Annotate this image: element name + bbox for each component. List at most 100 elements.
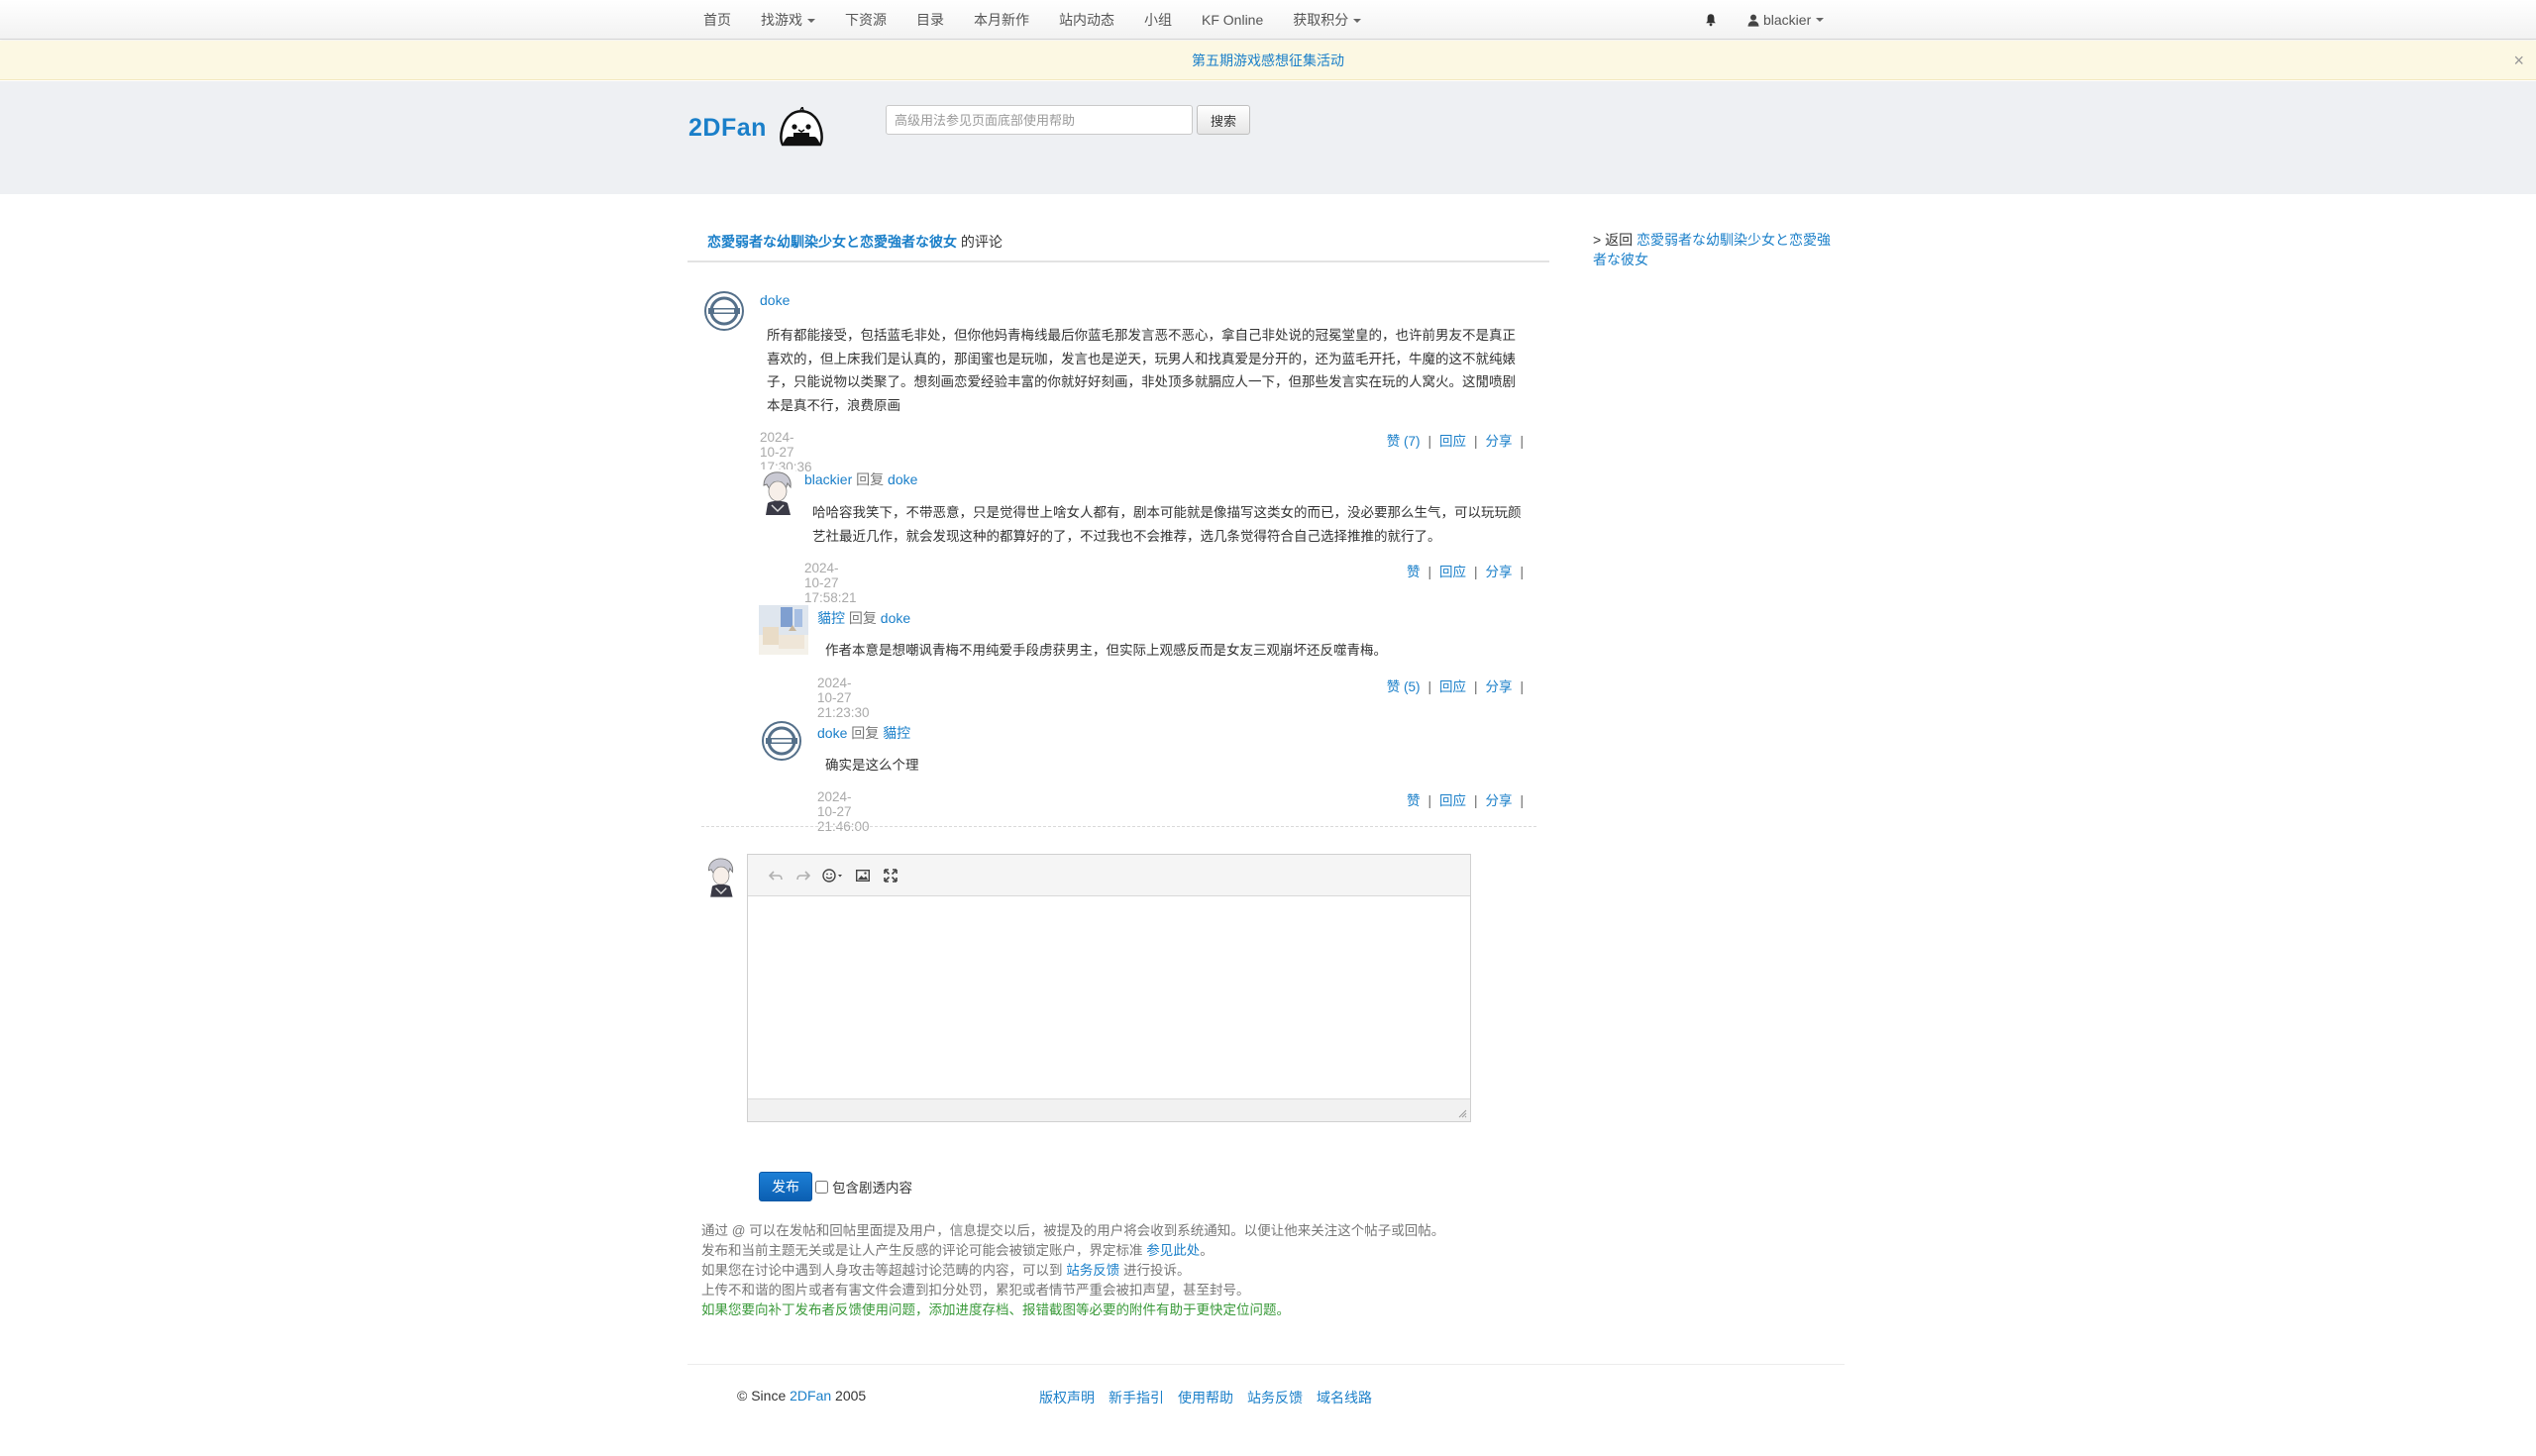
comment-time: 2024-10-27 17:30:36 [760, 430, 812, 474]
bell-icon[interactable] [1704, 13, 1718, 27]
footer-link-copyright[interactable]: 版权声明 [1039, 1388, 1095, 1407]
site-logo[interactable]: 2DFan [688, 107, 826, 149]
reply-word: 回复 [856, 471, 885, 487]
comment-actions: 赞 | 回应 | 分享 | [1406, 793, 1524, 808]
nav-item-kf-online[interactable]: KF Online [1202, 12, 1263, 28]
title-divider [687, 260, 1549, 262]
nav-label: 本月新作 [974, 12, 1029, 28]
reply-word: 回复 [848, 610, 877, 626]
share-button[interactable]: 分享 [1485, 679, 1512, 694]
emoji-icon[interactable] [817, 866, 849, 885]
copyright-year: 2005 [835, 1388, 867, 1404]
reply-button[interactable]: 回应 [1439, 679, 1466, 694]
brand-link[interactable]: 2DFan [790, 1388, 831, 1404]
notice-link[interactable]: 第五期游戏感想征集活动 [1192, 52, 1344, 68]
footer-link-domains[interactable]: 域名线路 [1317, 1388, 1372, 1407]
nav-item-downloads[interactable]: 下资源 [845, 10, 887, 30]
nav-label: 获取积分 [1293, 12, 1349, 28]
comment-author[interactable]: blackier [804, 471, 852, 487]
mascot-logo-icon [780, 107, 823, 147]
reply-button[interactable]: 回应 [1439, 434, 1466, 449]
avatar[interactable] [758, 469, 795, 515]
close-icon[interactable]: × [2513, 41, 2524, 80]
undo-icon[interactable] [762, 866, 790, 885]
editor-textarea[interactable] [748, 896, 1470, 1098]
notice-bar: 第五期游戏感想征集活动 × [0, 41, 2536, 80]
publish-button[interactable]: 发布 [759, 1172, 812, 1201]
spoiler-label: 包含剧透内容 [832, 1181, 912, 1196]
like-button[interactable]: 赞 (5) [1387, 679, 1421, 694]
comment-body: 作者本意是想嘲讽青梅不用纯爱手段虏获男主，但实际上观感反而是女友三观崩坏还反噬青… [825, 643, 1387, 658]
tip-text: 如果您在讨论中遇到人身攻击等超越讨论范畴的内容，可以到 [701, 1263, 1063, 1278]
posting-tips: 通过 @ 可以在发帖和回帖里面提及用户，信息提交以后，被提及的用户将会收到系统通… [701, 1221, 1444, 1320]
tip-line-highlight: 如果您要向补丁发布者反馈使用问题，添加进度存档、报错截图等必要的附件有助于更快定… [701, 1302, 1290, 1317]
tip-line: 上传不和谐的图片或者有害文件会遭到扣分处罚，累犯或者情节严重会被扣声望，甚至封号… [701, 1283, 1250, 1298]
site-header: 2DFan 搜索 [0, 81, 2536, 194]
fullscreen-icon[interactable] [877, 866, 904, 885]
like-button[interactable]: 赞 [1407, 793, 1421, 808]
spoiler-checkbox[interactable] [815, 1180, 828, 1194]
avatar[interactable] [759, 605, 808, 655]
rules-link[interactable]: 参见此处 [1146, 1243, 1200, 1258]
share-button[interactable]: 分享 [1485, 793, 1512, 808]
user-menu[interactable]: blackier [1747, 12, 1825, 28]
search-input[interactable] [886, 105, 1193, 135]
share-button[interactable]: 分享 [1485, 565, 1512, 579]
comments-divider [701, 826, 1536, 827]
comment-author[interactable]: 貓控 [817, 610, 845, 626]
avatar[interactable] [762, 721, 801, 761]
feedback-link[interactable]: 站务反馈 [1066, 1263, 1119, 1278]
avatar[interactable] [704, 291, 744, 331]
image-icon[interactable] [849, 866, 877, 885]
reply-to-user[interactable]: 貓控 [883, 725, 910, 741]
like-button[interactable]: 赞 (7) [1387, 434, 1421, 449]
spoiler-option[interactable]: 包含剧透内容 [815, 1177, 912, 1196]
footer-link-guide[interactable]: 新手指引 [1109, 1388, 1164, 1407]
resize-grip-icon[interactable] [1458, 1109, 1467, 1118]
tip-line: 通过 @ 可以在发帖和回帖里面提及用户，信息提交以后，被提及的用户将会收到系统通… [701, 1223, 1445, 1238]
redo-icon[interactable] [790, 866, 817, 885]
comment-editor [747, 854, 1471, 1122]
nav-item-find-games[interactable]: 找游戏 [761, 10, 815, 30]
footer-links: 版权声明 新手指引 使用帮助 站务反馈 域名线路 [1039, 1388, 1386, 1407]
game-title-link[interactable]: 恋愛弱者な幼馴染少女と恋愛強者な彼女 [707, 234, 957, 250]
footer-link-feedback[interactable]: 站务反馈 [1247, 1388, 1303, 1407]
search-button[interactable]: 搜索 [1197, 105, 1250, 135]
nav-label: 下资源 [845, 12, 887, 28]
nav-item-earn-points[interactable]: 获取积分 [1293, 10, 1362, 30]
comment-time: 2024-10-27 17:58:21 [804, 561, 857, 605]
comment-actions: 赞 (5) | 回应 | 分享 | [1386, 679, 1524, 694]
reply-to-user[interactable]: doke [888, 471, 917, 487]
share-button[interactable]: 分享 [1485, 434, 1512, 449]
nav-item-home[interactable]: 首页 [703, 10, 731, 30]
editor-toolbar [748, 855, 1470, 896]
comment-author[interactable]: doke [760, 292, 790, 308]
chevron-down-icon [1353, 19, 1362, 24]
nav-item-new-this-month[interactable]: 本月新作 [974, 10, 1029, 30]
footer-link-help[interactable]: 使用帮助 [1178, 1388, 1233, 1407]
comment-body: 哈哈容我笑下，不带恶意，只是觉得世上啥女人都有，剧本可能就是像描写这类女的而已，… [812, 505, 1522, 544]
reply-to-user[interactable]: doke [881, 610, 910, 626]
nav-menu: 首页 找游戏 下资源 目录 本月新作 站内动态 小组 KF Online 获取积… [703, 0, 1391, 40]
tip-line: 如果您在讨论中遇到人身攻击等超越讨论范畴的内容，可以到 站务反馈 进行投诉。 [701, 1261, 1444, 1281]
nav-item-site-activity[interactable]: 站内动态 [1059, 10, 1114, 30]
reply-button[interactable]: 回应 [1439, 793, 1466, 808]
nav-label: 首页 [703, 12, 731, 28]
nav-item-catalog[interactable]: 目录 [916, 10, 944, 30]
copyright-text: © Since [737, 1388, 787, 1404]
comment-actions: 赞 | 回应 | 分享 | [1406, 565, 1524, 579]
reply-button[interactable]: 回应 [1439, 565, 1466, 579]
nav-label: 找游戏 [761, 12, 802, 28]
editor-statusbar [748, 1098, 1470, 1121]
logo-text: 2DFan [688, 113, 767, 142]
top-navbar: 首页 找游戏 下资源 目录 本月新作 站内动态 小组 KF Online 获取积… [0, 0, 2536, 40]
nav-label: KF Online [1202, 12, 1264, 28]
like-button[interactable]: 赞 [1407, 565, 1421, 579]
comment-actions: 赞 (7) | 回应 | 分享 | [1386, 434, 1524, 449]
comment-time: 2024-10-27 21:46:00 [817, 789, 870, 834]
nav-item-groups[interactable]: 小组 [1144, 10, 1172, 30]
tip-text: 进行投诉。 [1123, 1263, 1191, 1278]
nav-right: blackier [1704, 0, 1825, 40]
avatar [703, 856, 737, 897]
comment-author[interactable]: doke [817, 725, 847, 741]
